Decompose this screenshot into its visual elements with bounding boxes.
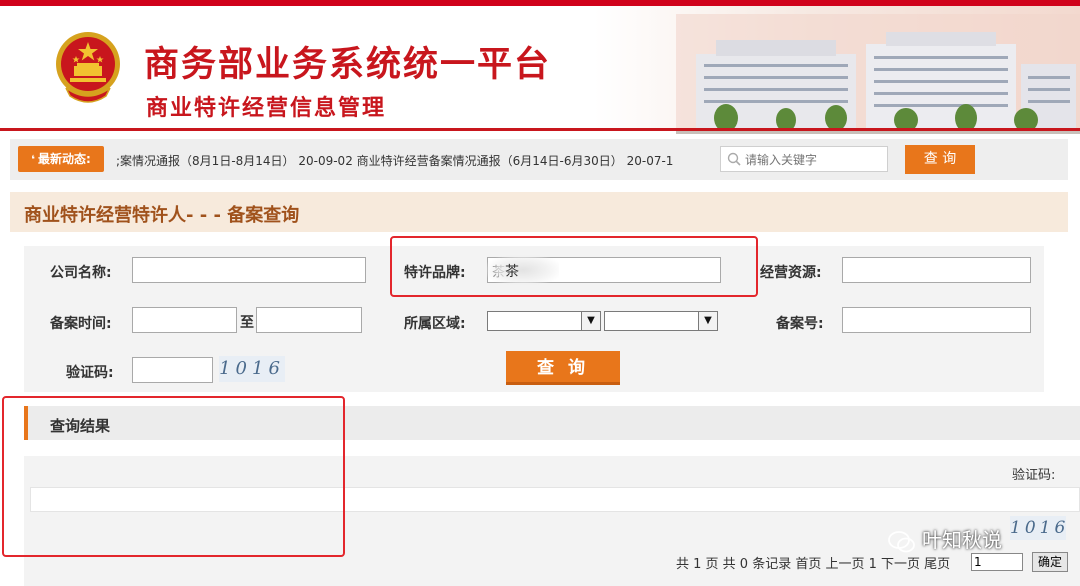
- record-date-from-input[interactable]: [132, 307, 237, 333]
- result-highlight-box: [2, 396, 345, 557]
- page-title: 商业特许经营特许人- - - 备案查询: [24, 205, 300, 226]
- system-title: 商务部业务系统统一平台: [144, 45, 552, 85]
- search-icon: [727, 152, 741, 166]
- chevron-down-icon: ▼: [698, 312, 717, 330]
- chevron-down-icon: ▼: [581, 312, 600, 330]
- keyword-search-button[interactable]: 查 询: [905, 145, 975, 174]
- company-name-input[interactable]: [132, 257, 366, 283]
- record-date-label: 备案时间:: [50, 316, 112, 332]
- news-tag: ❛ 最新动态:: [18, 146, 104, 172]
- resource-input[interactable]: [842, 257, 1031, 283]
- company-name-label: 公司名称:: [50, 265, 112, 281]
- captcha-input[interactable]: [132, 357, 213, 383]
- news-quote-icon: ❛: [31, 153, 35, 166]
- news-ticker[interactable]: ;案情况通报（8月1日-8月14日） 20-09-02 商业特许经营备案情况通报…: [116, 152, 708, 170]
- page-confirm-button[interactable]: 确定: [1032, 552, 1068, 572]
- building-illustration: [676, 14, 1080, 134]
- watermark-text: 叶知秋说: [922, 528, 1002, 552]
- query-button[interactable]: 查 询: [506, 351, 620, 385]
- record-number-label: 备案号:: [776, 316, 824, 332]
- region-city-select[interactable]: ▼: [604, 311, 718, 331]
- keyword-search-input[interactable]: [743, 150, 887, 170]
- region-label: 所属区域:: [404, 316, 466, 332]
- national-emblem-icon: [56, 32, 120, 103]
- news-tag-label: 最新动态:: [38, 152, 91, 166]
- captcha-image[interactable]: 1016: [219, 356, 285, 382]
- pagination-text[interactable]: 共 1 页 共 0 条记录 首页 上一页 1 下一页 尾页: [676, 553, 950, 572]
- system-subtitle: 商业特许经营信息管理: [146, 96, 387, 121]
- brand-highlight-box: [390, 236, 758, 297]
- wechat-icon: [888, 530, 915, 552]
- record-number-input[interactable]: [842, 307, 1031, 333]
- region-province-select[interactable]: ▼: [487, 311, 601, 331]
- result-captcha-image[interactable]: 1016: [1010, 516, 1066, 540]
- resource-label: 经营资源:: [760, 265, 822, 281]
- watermark: 叶知秋说: [888, 524, 1002, 554]
- keyword-search-box[interactable]: [720, 146, 888, 172]
- result-captcha-label: 验证码:: [1012, 468, 1056, 483]
- captcha-label: 验证码:: [66, 365, 114, 381]
- date-separator: 至: [240, 315, 254, 331]
- record-date-to-input[interactable]: [256, 307, 362, 333]
- page-number-input[interactable]: [971, 553, 1023, 571]
- header-divider: [0, 128, 1080, 131]
- page-header: 商务部业务系统统一平台 商业特许经营信息管理: [0, 6, 1080, 134]
